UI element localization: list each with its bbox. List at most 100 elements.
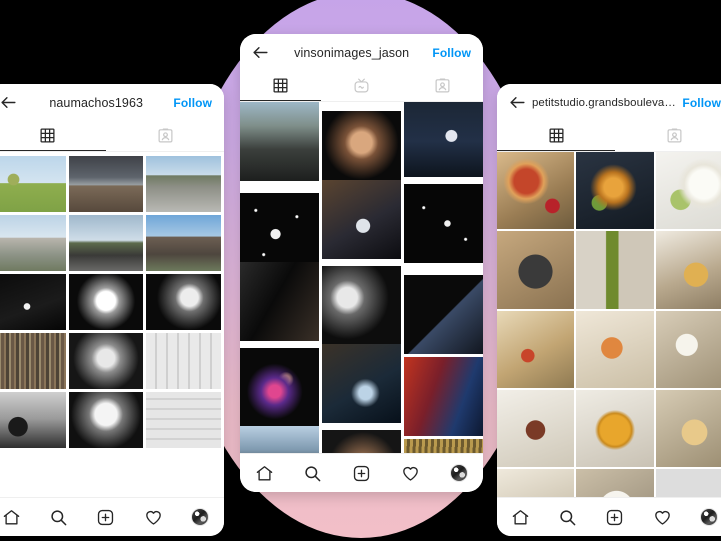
nav-search[interactable]: [551, 502, 585, 532]
grid-photo[interactable]: [322, 430, 401, 453]
bottom-navigation: [0, 497, 224, 536]
grid-photo[interactable]: [68, 156, 144, 212]
photo-bw-dark-flowers: [0, 274, 66, 330]
nav-add-post[interactable]: [89, 502, 123, 532]
nav-home[interactable]: [247, 458, 281, 488]
nav-add-post[interactable]: [598, 502, 632, 532]
grid-photo[interactable]: [146, 392, 221, 448]
grid-photo[interactable]: [68, 274, 144, 330]
nav-profile-avatar[interactable]: [183, 502, 217, 532]
grid-photo[interactable]: [240, 102, 319, 181]
grid-photo[interactable]: [655, 469, 721, 497]
grid-photo[interactable]: [576, 310, 654, 389]
grid-photo[interactable]: [240, 426, 319, 453]
photo-skater-leap: [322, 344, 401, 423]
tab-tagged[interactable]: [106, 121, 224, 151]
grid-photo[interactable]: [146, 156, 221, 212]
tab-grid[interactable]: [240, 71, 321, 101]
grid-photo[interactable]: [0, 392, 66, 448]
follow-button[interactable]: Follow: [682, 96, 721, 110]
grid-photo[interactable]: [576, 469, 654, 497]
photo-grid: [240, 102, 483, 453]
grid-photo[interactable]: [322, 344, 401, 423]
nav-heart[interactable]: [136, 502, 170, 532]
nav-heart[interactable]: [645, 502, 679, 532]
grid-photo[interactable]: [497, 231, 575, 309]
photo-film-crew: [240, 262, 319, 341]
nav-search[interactable]: [42, 502, 76, 532]
grid-icon: [272, 77, 289, 94]
follow-button[interactable]: Follow: [173, 96, 212, 110]
grid-photo[interactable]: [240, 193, 319, 272]
grid-photo[interactable]: [322, 180, 401, 259]
grid-photo[interactable]: [146, 274, 221, 330]
photo-tree-field: [0, 156, 66, 212]
nav-home[interactable]: [0, 502, 29, 532]
photo-bw-helmet: [68, 392, 144, 448]
grid-photo[interactable]: [240, 262, 319, 341]
back-arrow-icon[interactable]: [508, 93, 528, 113]
grid-photo[interactable]: [404, 102, 483, 177]
back-arrow-icon[interactable]: [251, 43, 271, 63]
grid-photo[interactable]: [497, 152, 575, 230]
photo-apartment-tower: [146, 215, 221, 271]
grid-photo[interactable]: [68, 392, 144, 448]
follow-button[interactable]: Follow: [432, 46, 471, 60]
grid-photo[interactable]: [322, 266, 401, 345]
grid-photo[interactable]: [497, 310, 575, 389]
grid-photo[interactable]: [68, 215, 144, 271]
grid-photo[interactable]: [404, 184, 483, 263]
tab-tagged[interactable]: [615, 121, 721, 151]
grid-photo[interactable]: [68, 333, 144, 389]
grid-photo[interactable]: [576, 231, 654, 309]
grid-photo[interactable]: [322, 111, 401, 190]
grid-photo[interactable]: [0, 156, 66, 212]
grid-photo[interactable]: [497, 390, 575, 468]
nav-heart[interactable]: [393, 458, 427, 488]
grid-photo[interactable]: [655, 310, 721, 389]
grid-photo[interactable]: [0, 333, 66, 389]
nav-profile-avatar[interactable]: [442, 458, 476, 488]
grid-photo[interactable]: [404, 275, 483, 354]
grid-photo[interactable]: [146, 333, 221, 389]
screenshot-stage: naumachos1963 Follow vinsonimages_jason Fol…: [0, 0, 721, 541]
profile-header: naumachos1963 Follow: [0, 84, 224, 121]
grid-photo[interactable]: [497, 469, 575, 497]
photo-carrot-soup: [576, 390, 654, 468]
tagged-icon: [157, 127, 174, 144]
nav-add-post[interactable]: [344, 458, 378, 488]
tab-grid[interactable]: [497, 121, 615, 151]
grid-photo[interactable]: [655, 390, 721, 468]
photo-sandwich-baguette: [497, 310, 575, 389]
grid-photo[interactable]: [240, 348, 319, 427]
tab-igtv[interactable]: [321, 71, 402, 101]
photo-man-portrait: [322, 111, 401, 190]
tagged-icon: [434, 77, 451, 94]
photo-grid: [497, 152, 721, 497]
grid-photo[interactable]: [0, 274, 66, 330]
nav-home[interactable]: [504, 502, 538, 532]
photo-cheese-board: [655, 310, 721, 389]
grid-photo[interactable]: [404, 439, 483, 453]
tab-grid[interactable]: [0, 121, 106, 151]
photo-night-sky-moon: [240, 193, 319, 272]
photo-hands-table: [322, 180, 401, 259]
nav-profile-avatar[interactable]: [692, 502, 721, 532]
tab-tagged[interactable]: [402, 71, 483, 101]
photo-pizza-board: [497, 152, 575, 230]
photo-bookshelf: [0, 333, 66, 389]
bottom-navigation: [240, 453, 483, 492]
grid-photo[interactable]: [146, 215, 221, 271]
back-arrow-icon[interactable]: [0, 93, 19, 113]
grid-photo[interactable]: [655, 152, 721, 230]
photo-bicycle-clouds: [240, 426, 319, 453]
tagged-icon: [666, 127, 683, 144]
photo-gallery-wall: [146, 333, 221, 389]
grid-photo[interactable]: [576, 390, 654, 468]
grid-photo[interactable]: [0, 215, 66, 271]
nav-search[interactable]: [296, 458, 330, 488]
grid-photo[interactable]: [655, 231, 721, 309]
grid-photo[interactable]: [576, 152, 654, 230]
photo-couple-embrace: [322, 430, 401, 453]
grid-photo[interactable]: [404, 357, 483, 436]
